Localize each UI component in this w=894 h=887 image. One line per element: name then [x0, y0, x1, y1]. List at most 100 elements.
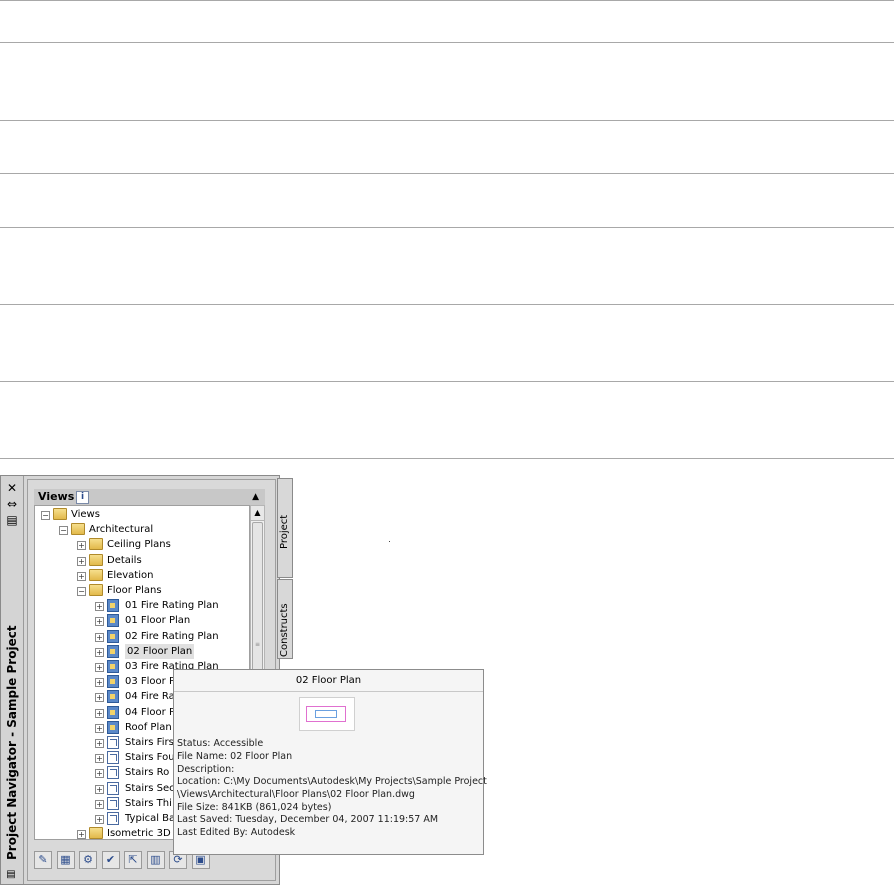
- collapse-node-icon[interactable]: −: [59, 526, 68, 536]
- expand-node-icon[interactable]: +: [95, 617, 104, 627]
- collapse-arrow-icon[interactable]: ▲: [252, 489, 259, 505]
- section-icon: [107, 812, 119, 825]
- tree-node[interactable]: − Views: [35, 507, 249, 522]
- tree-node-label: Stairs Ro: [125, 767, 170, 779]
- expand-node-icon[interactable]: +: [95, 708, 104, 718]
- view-icon: [107, 675, 119, 689]
- divider: [0, 458, 894, 459]
- tooltip-location: Location: C:\My Documents\Autodesk\My Pr…: [177, 776, 487, 787]
- expand-node-icon[interactable]: +: [95, 647, 104, 657]
- expand-node-icon[interactable]: +: [95, 678, 104, 688]
- folder-icon: [89, 584, 103, 596]
- expand-node-icon[interactable]: +: [95, 799, 104, 809]
- folder-icon: [71, 523, 85, 536]
- tree-node[interactable]: + Details: [35, 553, 249, 568]
- tree-node[interactable]: +01 Fire Rating Plan: [35, 598, 249, 613]
- add-view-icon[interactable]: ✎: [34, 851, 52, 869]
- expand-node-icon[interactable]: +: [95, 663, 104, 672]
- tooltip-last-edited: Last Edited By: Autodesk: [177, 827, 296, 838]
- stray-dot: [389, 541, 390, 542]
- tree-node-label: Floor Plans: [107, 585, 162, 596]
- divider: [0, 173, 894, 174]
- expand-node-icon[interactable]: +: [95, 754, 104, 764]
- info-icon[interactable]: i: [76, 491, 89, 504]
- folder-icon: [89, 538, 103, 551]
- palette-title: Project Navigator - Sample Project: [5, 625, 19, 860]
- view-icon: [107, 644, 119, 658]
- expand-node-icon[interactable]: +: [95, 693, 104, 703]
- tree-node[interactable]: +02 Floor Plan: [35, 643, 249, 659]
- divider: [0, 120, 894, 121]
- view-icon: [107, 720, 119, 734]
- expand-node-icon[interactable]: +: [95, 632, 104, 642]
- collapse-node-icon[interactable]: −: [77, 587, 86, 596]
- new-view-icon[interactable]: ▦: [56, 851, 75, 869]
- tooltip-filesize: File Size: 841KB (861,024 bytes): [177, 802, 332, 813]
- tree-node[interactable]: +01 Floor Plan: [35, 613, 249, 628]
- tree-node[interactable]: + Elevation: [35, 568, 249, 583]
- check-icon[interactable]: ✔: [101, 851, 120, 869]
- tree-node-label: Views: [71, 509, 100, 520]
- divider: [0, 42, 894, 43]
- tree-node[interactable]: − Architectural: [35, 522, 249, 537]
- tooltip-title: 02 Floor Plan: [174, 670, 483, 692]
- folder-icon: [89, 827, 103, 839]
- tooltip-last-saved: Last Saved: Tuesday, December 04, 2007 1…: [177, 814, 439, 825]
- tree-node-label: Isometric 3D: [107, 828, 171, 840]
- section-icon: [107, 736, 119, 749]
- tree-node-label: 01 Fire Rating Plan: [125, 600, 219, 612]
- close-icon[interactable]: ✕: [5, 482, 19, 494]
- tab-constructs-label: Constructs: [279, 603, 290, 657]
- expand-node-icon[interactable]: +: [95, 815, 104, 824]
- drawing-thumbnail: [299, 697, 355, 731]
- tab-project-label: Project: [279, 514, 290, 549]
- sheet-list-icon[interactable]: ▥: [146, 851, 165, 869]
- views-header-label: Views: [38, 490, 75, 503]
- tree-node-label: 04 Fire Ra: [125, 691, 175, 703]
- expand-node-icon[interactable]: +: [77, 571, 86, 581]
- tree-node[interactable]: +02 Fire Rating Plan: [35, 629, 249, 644]
- tooltip-status: Status: Accessible: [177, 738, 264, 749]
- divider: [0, 381, 894, 382]
- views-panel-header[interactable]: Views i ▲: [34, 489, 265, 506]
- divider: [0, 304, 894, 305]
- properties-tool-icon[interactable]: ⚙: [79, 851, 97, 869]
- expand-node-icon[interactable]: +: [77, 541, 86, 551]
- tooltip-filename: File Name: 02 Floor Plan: [177, 751, 293, 762]
- tooltip-description: Description:: [177, 764, 235, 775]
- view-icon: [107, 660, 119, 673]
- section-icon: [107, 796, 119, 810]
- expand-node-icon[interactable]: +: [77, 830, 86, 839]
- expand-node-icon[interactable]: +: [95, 602, 104, 612]
- tree-node[interactable]: − Floor Plans: [35, 583, 249, 598]
- properties-icon[interactable]: ▤: [5, 514, 19, 526]
- expand-node-icon[interactable]: +: [95, 723, 104, 733]
- tree-node-label: 03 Floor P: [125, 676, 175, 688]
- tree-node-label: 02 Fire Rating Plan: [125, 630, 219, 642]
- tree-node-label: 02 Floor Plan: [125, 643, 195, 659]
- view-icon: [107, 614, 119, 628]
- expand-node-icon[interactable]: +: [95, 739, 104, 748]
- view-icon: [107, 690, 119, 704]
- menu-icon[interactable]: ▤: [4, 869, 18, 881]
- tree-node-label: Details: [107, 554, 142, 566]
- collapse-node-icon[interactable]: −: [41, 511, 50, 520]
- divider: [0, 227, 894, 228]
- expand-node-icon[interactable]: +: [77, 556, 86, 566]
- scroll-up-icon[interactable]: ▲: [251, 506, 264, 521]
- select-icon[interactable]: ⇱: [124, 851, 142, 869]
- tree-node-label: 01 Floor Plan: [125, 615, 191, 627]
- tab-project[interactable]: Project: [277, 478, 293, 578]
- tree-node-label: Roof Plan: [125, 721, 172, 733]
- tab-constructs[interactable]: Constructs: [277, 579, 293, 659]
- expand-node-icon[interactable]: +: [95, 769, 104, 779]
- expand-node-icon[interactable]: +: [95, 784, 104, 794]
- tree-node-label: Elevation: [107, 569, 154, 581]
- tree-node-label: Stairs Sec: [125, 782, 175, 794]
- tree-node[interactable]: + Ceiling Plans: [35, 537, 249, 552]
- tree-node-label: Stairs Thi: [125, 797, 172, 809]
- folder-icon: [53, 508, 67, 520]
- view-icon: [107, 629, 119, 643]
- tooltip-location-path: \Views\Architectural\Floor Plans\02 Floo…: [177, 789, 415, 800]
- autohide-icon[interactable]: ⇔: [5, 498, 19, 510]
